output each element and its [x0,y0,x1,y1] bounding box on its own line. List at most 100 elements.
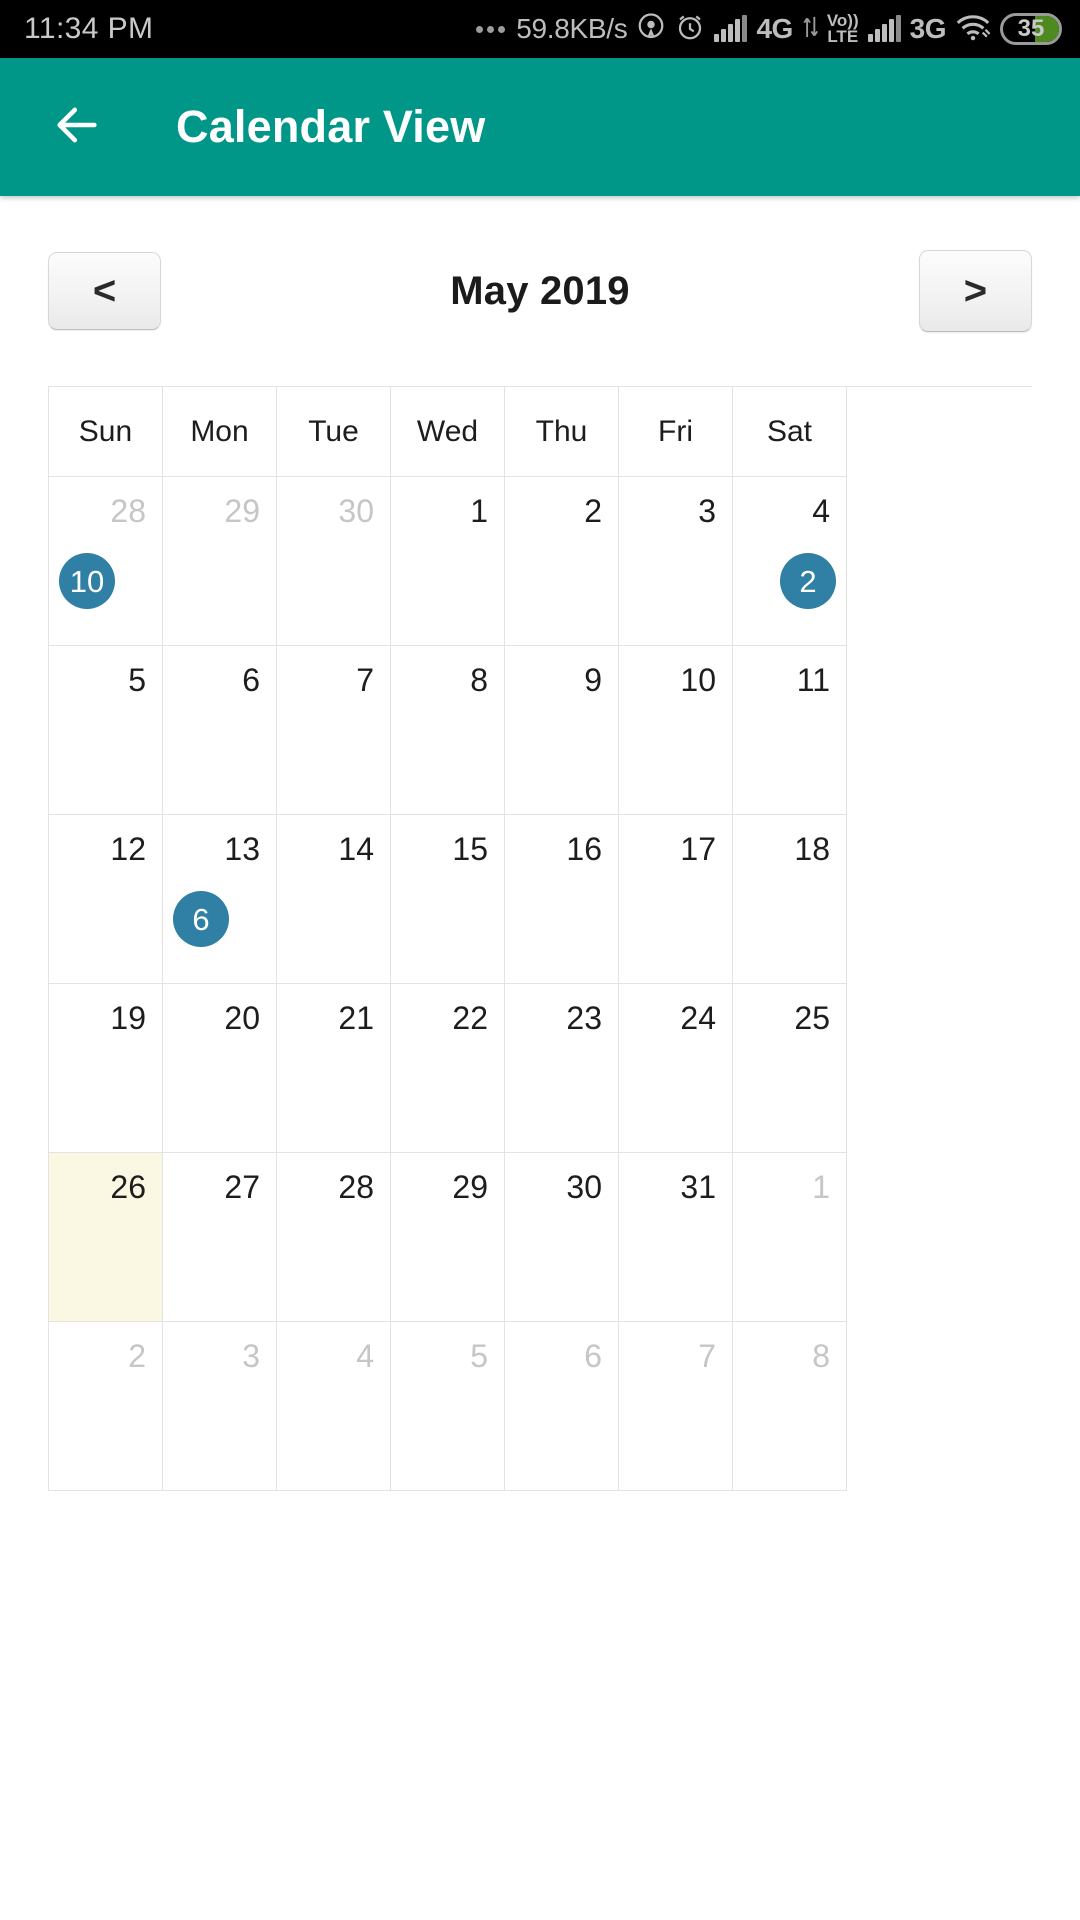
weekday-label: Sun [78,414,133,448]
day-number: 8 [470,662,488,698]
day-number: 8 [812,1338,830,1374]
calendar-day-cell[interactable]: 9 [505,646,619,815]
weekday-header-row: Sun Mon Tue Wed Thu Fri Sat [49,387,1032,477]
calendar-day-cell[interactable]: 5 [391,1322,505,1491]
calendar-day-cell[interactable]: 2 [49,1322,163,1491]
day-number: 30 [566,1169,602,1205]
calendar-day-cell[interactable]: 2 [505,477,619,646]
battery-level-label: 35 [1017,15,1045,42]
day-number: 7 [698,1338,716,1374]
event-count-badge[interactable]: 6 [173,891,229,947]
calendar-day-cell[interactable]: 8 [733,1322,847,1491]
calendar-week-row: 19 20 21 22 23 24 25 [49,984,1032,1153]
calendar-day-cell[interactable]: 7 [619,1322,733,1491]
calendar-day-cell[interactable]: 24 [619,984,733,1153]
weekday-header-sun: Sun [49,387,163,477]
calendar-day-cell[interactable]: 3 [619,477,733,646]
volte-icon: Vo)) LTE [826,10,859,46]
day-number: 2 [584,493,602,529]
calendar-day-cell[interactable]: 31 [619,1153,733,1322]
calendar-day-cell[interactable]: 21 [277,984,391,1153]
calendar-week-row: 2 3 4 5 6 7 8 [49,1322,1032,1491]
day-number: 15 [452,831,488,867]
app-bar: Calendar View [0,58,1080,196]
calendar-day-cell[interactable]: 19 [49,984,163,1153]
calendar-day-cell[interactable]: 7 [277,646,391,815]
event-count-badge[interactable]: 2 [780,553,836,609]
weekday-header-wed: Wed [391,387,505,477]
calendar-day-cell[interactable]: 3 [163,1322,277,1491]
month-title: May 2019 [450,268,630,313]
calendar-day-cell[interactable]: 5 [49,646,163,815]
weekday-label: Thu [535,414,588,448]
weekday-header-fri: Fri [619,387,733,477]
day-number: 13 [224,831,260,867]
location-icon [636,12,666,47]
page-title: Calendar View [176,101,486,152]
calendar-day-cell[interactable]: 4 [277,1322,391,1491]
calendar-day-cell[interactable]: 20 [163,984,277,1153]
weekday-header-mon: Mon [163,387,277,477]
day-number: 4 [812,493,830,529]
day-number: 31 [680,1169,716,1205]
calendar-day-cell[interactable]: 26 [49,1153,163,1322]
calendar-day-cell[interactable]: 15 [391,815,505,984]
calendar-day-cell[interactable]: 13 6 [163,815,277,984]
day-number: 25 [794,1000,830,1036]
weekday-header-tue: Tue [277,387,391,477]
day-number: 17 [680,831,716,867]
weekday-header-thu: Thu [505,387,619,477]
weekday-label: Sat [766,414,813,448]
weekday-label: Fri [658,414,693,448]
calendar-day-cell[interactable]: 30 [505,1153,619,1322]
calendar-day-cell[interactable]: 1 [391,477,505,646]
calendar-day-cell[interactable]: 25 [733,984,847,1153]
signal-bars-icon-2 [867,15,901,42]
calendar-day-cell[interactable]: 18 [733,815,847,984]
day-number: 5 [470,1338,488,1374]
calendar-day-cell[interactable]: 28 [277,1153,391,1322]
calendar-day-cell[interactable]: 29 [391,1153,505,1322]
data-arrows-icon [802,14,818,45]
day-number: 3 [242,1338,260,1374]
day-number: 22 [452,1000,488,1036]
calendar-day-cell[interactable]: 11 [733,646,847,815]
day-number: 21 [338,1000,374,1036]
previous-month-button[interactable]: < [48,252,161,330]
day-number: 24 [680,1000,716,1036]
day-number: 3 [698,493,716,529]
day-number: 6 [242,662,260,698]
calendar-day-cell[interactable]: 42 [733,477,847,646]
calendar-day-cell[interactable]: 12 [49,815,163,984]
calendar-day-cell[interactable]: 10 [619,646,733,815]
calendar-day-cell[interactable]: 8 [391,646,505,815]
calendar-week-row: 12 13 6 14 15 16 17 18 [49,815,1032,984]
event-count-badge[interactable]: 10 [59,553,115,609]
calendar-day-cell[interactable]: 6 [505,1322,619,1491]
calendar-day-cell[interactable]: 14 [277,815,391,984]
day-number: 11 [796,662,830,698]
day-number: 6 [584,1338,602,1374]
day-number: 14 [338,831,374,867]
weekday-header-sat: Sat [733,387,847,477]
day-number: 29 [452,1169,488,1205]
day-number: 19 [110,1000,146,1036]
next-month-button[interactable]: > [918,250,1032,332]
calendar-day-cell[interactable]: 6 [163,646,277,815]
back-button[interactable] [48,98,106,156]
day-number: 28 [110,493,146,529]
calendar-day-cell[interactable]: 23 [505,984,619,1153]
calendar-day-cell[interactable]: 27 [163,1153,277,1322]
weekday-label: Mon [190,414,249,448]
calendar-day-cell[interactable]: 28 10 [49,477,163,646]
calendar-day-cell[interactable]: 1 [733,1153,847,1322]
calendar-day-cell[interactable]: 16 [505,815,619,984]
more-dots-icon [476,25,506,33]
calendar-day-cell[interactable]: 30 [277,477,391,646]
day-number: 29 [224,493,260,529]
calendar-day-cell[interactable]: 17 [619,815,733,984]
month-navigation: < May 2019 > [0,196,1080,386]
calendar-day-cell[interactable]: 29 [163,477,277,646]
calendar-weeks: 28 10 29 30 1 2 3 4 2 5 6 7 8 9 10 11 12 13 6 14 15 16 17 18 19 2… [49,477,1032,1491]
calendar-day-cell[interactable]: 22 [391,984,505,1153]
